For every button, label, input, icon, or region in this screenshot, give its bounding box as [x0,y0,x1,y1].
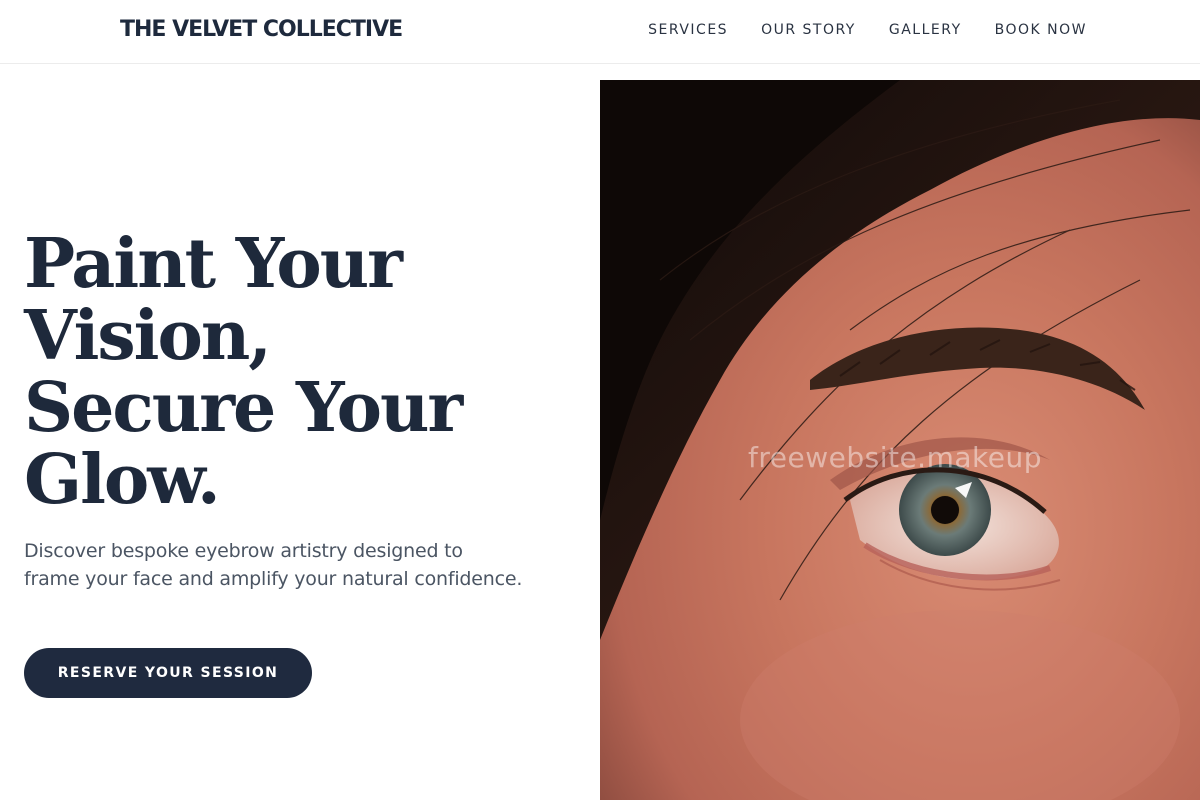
hero-title-line: Vision, [24,296,272,376]
brand-logo[interactable]: THE VELVET COLLECTIVE [120,17,403,42]
site-header: THE VELVET COLLECTIVE SERVICES OUR STORY… [0,0,1200,64]
nav-gallery[interactable]: GALLERY [889,22,962,38]
nav-our-story[interactable]: OUR STORY [761,22,856,38]
nav-services[interactable]: SERVICES [648,22,728,38]
hero-title-line: Paint Your [24,224,403,304]
nav-book-now[interactable]: BOOK NOW [995,22,1087,38]
watermark-text: freewebsite.makeup [748,441,1042,474]
hero-title-line: Secure Your [24,368,463,448]
reserve-session-button[interactable]: RESERVE YOUR SESSION [24,648,312,698]
main-nav: SERVICES OUR STORY GALLERY BOOK NOW [648,22,1087,38]
hero-title: Paint Your Vision, Secure Your Glow. [24,228,584,516]
hero-title-line: Glow. [24,440,221,520]
hero-eye-image [600,80,1200,800]
hero-subtitle: Discover bespoke eyebrow artistry design… [24,540,523,590]
